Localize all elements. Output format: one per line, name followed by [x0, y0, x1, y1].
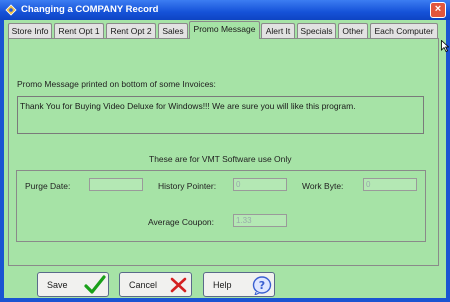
window-frame-left [0, 20, 4, 302]
purge-date-field[interactable] [89, 178, 143, 191]
tab-strip: Store Info Rent Opt 1 Rent Opt 2 Sales P… [8, 21, 446, 39]
tab-rent-opt-2[interactable]: Rent Opt 2 [106, 23, 156, 38]
average-coupon-field[interactable]: 1.33 [233, 214, 287, 227]
cancel-button-label: Cancel [129, 280, 158, 290]
purge-date-label: Purge Date: [25, 181, 71, 191]
help-question-icon: ? [252, 276, 272, 295]
svg-text:?: ? [259, 279, 265, 292]
average-coupon-label: Average Coupon: [148, 217, 215, 227]
promo-message-textbox[interactable]: Thank You for Buying Video Deluxe for Wi… [17, 96, 424, 134]
window-frame-right [446, 20, 450, 302]
tab-each-computer[interactable]: Each Computer [370, 23, 438, 38]
history-pointer-field[interactable]: 0 [233, 178, 287, 191]
tab-alert-it[interactable]: Alert It [261, 23, 295, 38]
promo-message-label: Promo Message printed on bottom of some … [17, 79, 216, 89]
x-cross-icon [170, 277, 187, 293]
tab-specials[interactable]: Specials [297, 23, 336, 38]
save-button-label: Save [47, 280, 68, 290]
close-button[interactable]: × [430, 2, 446, 18]
help-button-label: Help [213, 280, 232, 290]
vmt-section-heading: These are for VMT Software use Only [149, 154, 292, 164]
save-button[interactable]: Save [37, 272, 109, 297]
title-bar: Changing a COMPANY Record × [0, 0, 450, 20]
history-pointer-label: History Pointer: [158, 181, 217, 191]
tab-other[interactable]: Other [338, 23, 368, 38]
help-button[interactable]: Help ? [203, 272, 275, 297]
tab-sales[interactable]: Sales [158, 23, 188, 38]
mouse-cursor-icon [441, 40, 449, 52]
cancel-button[interactable]: Cancel [119, 272, 192, 297]
work-byte-field[interactable]: 0 [363, 178, 417, 191]
app-icon [5, 4, 17, 16]
work-byte-label: Work Byte: [302, 181, 344, 191]
window-frame-bottom [0, 298, 450, 302]
tab-store-info[interactable]: Store Info [8, 23, 52, 38]
window-title: Changing a COMPANY Record [21, 4, 159, 15]
tab-rent-opt-1[interactable]: Rent Opt 1 [54, 23, 104, 38]
tab-promo-message[interactable]: Promo Message [189, 21, 260, 39]
checkmark-icon [84, 275, 106, 294]
